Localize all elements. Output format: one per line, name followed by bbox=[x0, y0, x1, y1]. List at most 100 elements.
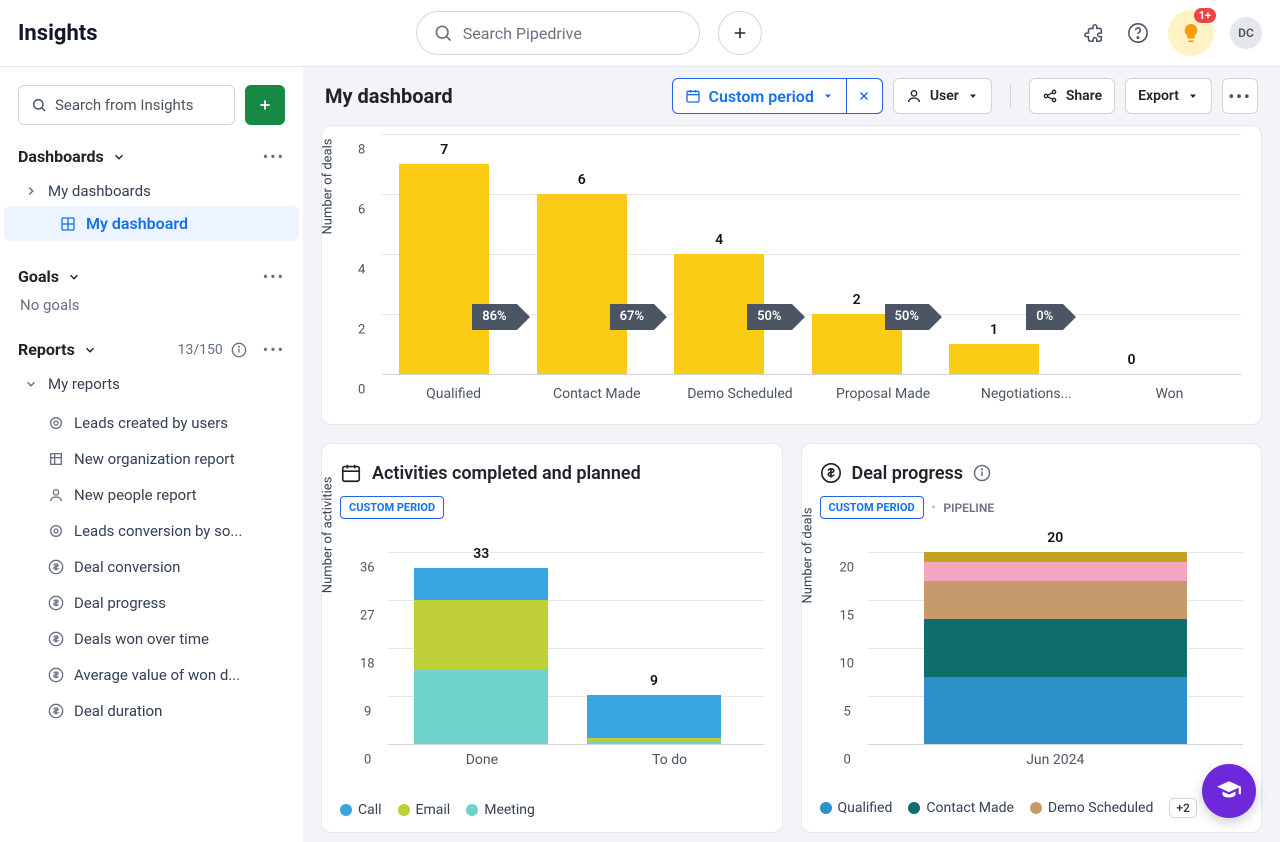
target-icon bbox=[48, 415, 64, 431]
sidebar-item-my-dashboard[interactable]: My dashboard bbox=[4, 206, 299, 241]
add-insight-button[interactable] bbox=[245, 85, 285, 125]
dollar-icon bbox=[48, 667, 64, 683]
section-goals[interactable]: Goals bbox=[18, 267, 59, 286]
dashboards-more[interactable]: ••• bbox=[263, 147, 285, 166]
stack-total: 20 bbox=[1047, 530, 1063, 546]
person-icon bbox=[48, 487, 64, 503]
my-dashboard-label: My dashboard bbox=[86, 214, 188, 233]
deal-progress-card: Deal progress CUSTOM PERIOD • PIPELINE N… bbox=[801, 443, 1263, 833]
dashboard-icon bbox=[60, 216, 76, 232]
insights-search-placeholder: Search from Insights bbox=[55, 96, 193, 114]
reports-count: 13/150 bbox=[178, 342, 223, 358]
report-item[interactable]: Leads conversion by so... bbox=[18, 513, 285, 549]
progress-chart: 20 15 10 5 0 20 bbox=[868, 552, 1244, 744]
caret-down-icon bbox=[967, 90, 979, 102]
export-label: Export bbox=[1138, 88, 1179, 104]
my-reports-label: My reports bbox=[48, 375, 120, 393]
bar-value: 0 bbox=[1127, 352, 1135, 368]
tips-button[interactable]: 1+ bbox=[1168, 10, 1214, 56]
report-item[interactable]: Deals won over time bbox=[18, 621, 285, 657]
calendar-icon bbox=[685, 88, 701, 104]
extensions-button[interactable] bbox=[1080, 19, 1108, 47]
legend-more[interactable]: +2 bbox=[1169, 798, 1196, 818]
insights-search[interactable]: Search from Insights bbox=[18, 85, 235, 125]
pipeline-label: PIPELINE bbox=[943, 501, 994, 515]
user-avatar[interactable]: DC bbox=[1230, 17, 1262, 49]
period-badge[interactable]: CUSTOM PERIOD bbox=[340, 496, 444, 519]
y-axis-label: Number of activities bbox=[321, 477, 336, 594]
x-label: To do bbox=[576, 752, 764, 768]
x-label: Won bbox=[1098, 386, 1241, 402]
info-icon[interactable] bbox=[973, 464, 991, 482]
share-button[interactable]: Share bbox=[1029, 78, 1115, 114]
caret-down-icon bbox=[1187, 90, 1199, 102]
period-badge[interactable]: CUSTOM PERIOD bbox=[820, 496, 924, 519]
dollar-icon bbox=[48, 595, 64, 611]
sidebar-item-my-dashboards[interactable]: My dashboards bbox=[18, 176, 285, 206]
info-icon[interactable] bbox=[231, 342, 247, 358]
person-icon bbox=[906, 88, 922, 104]
chevron-down-icon[interactable] bbox=[112, 150, 126, 164]
conversion-rate: 50% bbox=[747, 304, 791, 330]
period-filter[interactable]: Custom period bbox=[672, 78, 883, 114]
stack-total: 9 bbox=[650, 673, 658, 689]
conversion-rate: 86% bbox=[472, 304, 516, 330]
chevron-right-icon bbox=[24, 184, 38, 198]
x-label: Qualified bbox=[382, 386, 525, 402]
report-item[interactable]: Leads created by users bbox=[18, 405, 285, 441]
target-icon bbox=[48, 523, 64, 539]
report-item[interactable]: New organization report bbox=[18, 441, 285, 477]
notification-badge: 1+ bbox=[1194, 8, 1216, 23]
academy-button[interactable] bbox=[1202, 764, 1256, 818]
x-label: Done bbox=[388, 752, 576, 768]
activities-card: Activities completed and planned CUSTOM … bbox=[321, 443, 783, 833]
x-label: Contact Made bbox=[525, 386, 668, 402]
x-label: Negotiations... bbox=[955, 386, 1098, 402]
conversion-rate: 0% bbox=[1026, 304, 1063, 330]
chevron-down-icon[interactable] bbox=[67, 270, 81, 284]
bar-value: 1 bbox=[990, 322, 998, 338]
share-label: Share bbox=[1066, 88, 1102, 104]
legend: Qualified Contact Made Demo Scheduled +2 bbox=[820, 798, 1244, 818]
global-search[interactable]: Search Pipedrive bbox=[416, 11, 700, 55]
report-item[interactable]: Deal progress bbox=[18, 585, 285, 621]
section-reports[interactable]: Reports bbox=[18, 340, 75, 359]
bar-value: 7 bbox=[440, 142, 448, 158]
sidebar-item-my-reports[interactable]: My reports bbox=[18, 369, 285, 399]
report-item[interactable]: Deal duration bbox=[18, 693, 285, 729]
puzzle-icon bbox=[1083, 22, 1105, 44]
plus-icon bbox=[257, 97, 273, 113]
global-search-placeholder: Search Pipedrive bbox=[463, 24, 582, 43]
activities-chart: 36 27 18 9 0 33 9 bbox=[388, 552, 764, 744]
x-label: Proposal Made bbox=[812, 386, 955, 402]
add-global-button[interactable] bbox=[718, 11, 762, 55]
report-item[interactable]: New people report bbox=[18, 477, 285, 513]
more-actions[interactable]: ••• bbox=[1222, 78, 1258, 114]
org-icon bbox=[48, 451, 64, 467]
dollar-icon bbox=[48, 559, 64, 575]
period-clear-button[interactable] bbox=[847, 78, 883, 114]
export-button[interactable]: Export bbox=[1125, 78, 1212, 114]
dollar-icon bbox=[48, 631, 64, 647]
goals-more[interactable]: ••• bbox=[263, 267, 285, 286]
section-dashboards[interactable]: Dashboards bbox=[18, 147, 104, 166]
legend: Call Email Meeting bbox=[340, 802, 764, 818]
bar-value: 4 bbox=[715, 232, 723, 248]
bar-value: 2 bbox=[853, 292, 861, 308]
search-icon bbox=[31, 97, 47, 113]
report-item[interactable]: Average value of won d... bbox=[18, 657, 285, 693]
user-label: User bbox=[930, 88, 959, 104]
chevron-down-icon bbox=[24, 377, 38, 391]
close-icon bbox=[857, 89, 871, 103]
caret-down-icon bbox=[822, 90, 834, 102]
report-item[interactable]: Deal conversion bbox=[18, 549, 285, 585]
card-title: Activities completed and planned bbox=[372, 463, 641, 484]
help-icon bbox=[1127, 22, 1149, 44]
stack-total: 33 bbox=[473, 546, 489, 562]
plus-icon bbox=[731, 24, 749, 42]
reports-more[interactable]: ••• bbox=[263, 340, 285, 359]
calendar-icon bbox=[340, 462, 362, 484]
help-button[interactable] bbox=[1124, 19, 1152, 47]
user-filter[interactable]: User bbox=[893, 78, 992, 114]
chevron-down-icon[interactable] bbox=[83, 343, 97, 357]
